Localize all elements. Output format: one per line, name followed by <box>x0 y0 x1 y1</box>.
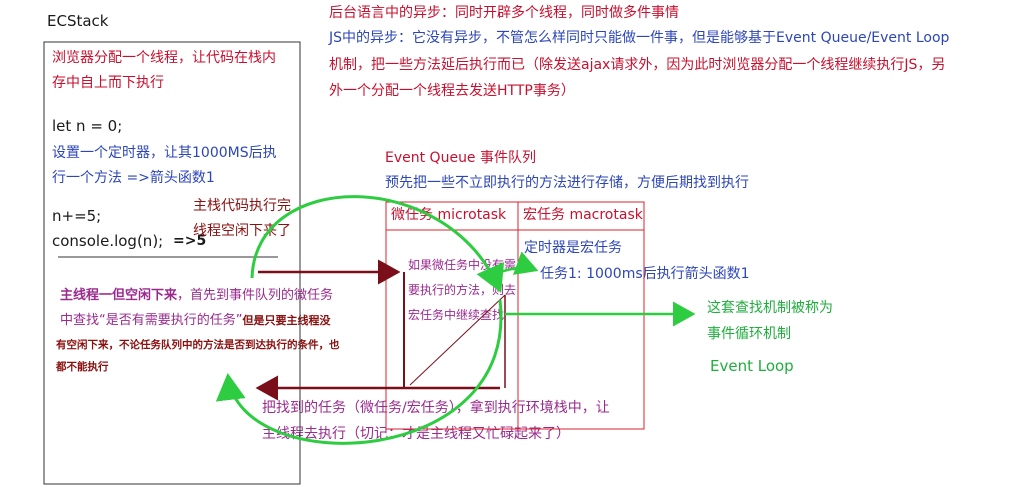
green-loop-top-curve <box>250 195 505 293</box>
green-loop-bottom-curve <box>215 299 503 445</box>
diagram-canvas <box>43 41 696 485</box>
green-arrow-to-macrotask <box>494 251 539 276</box>
event-queue-table <box>385 201 645 430</box>
ecstack-box <box>43 41 301 485</box>
arrow-micro-to-macro <box>409 294 506 386</box>
